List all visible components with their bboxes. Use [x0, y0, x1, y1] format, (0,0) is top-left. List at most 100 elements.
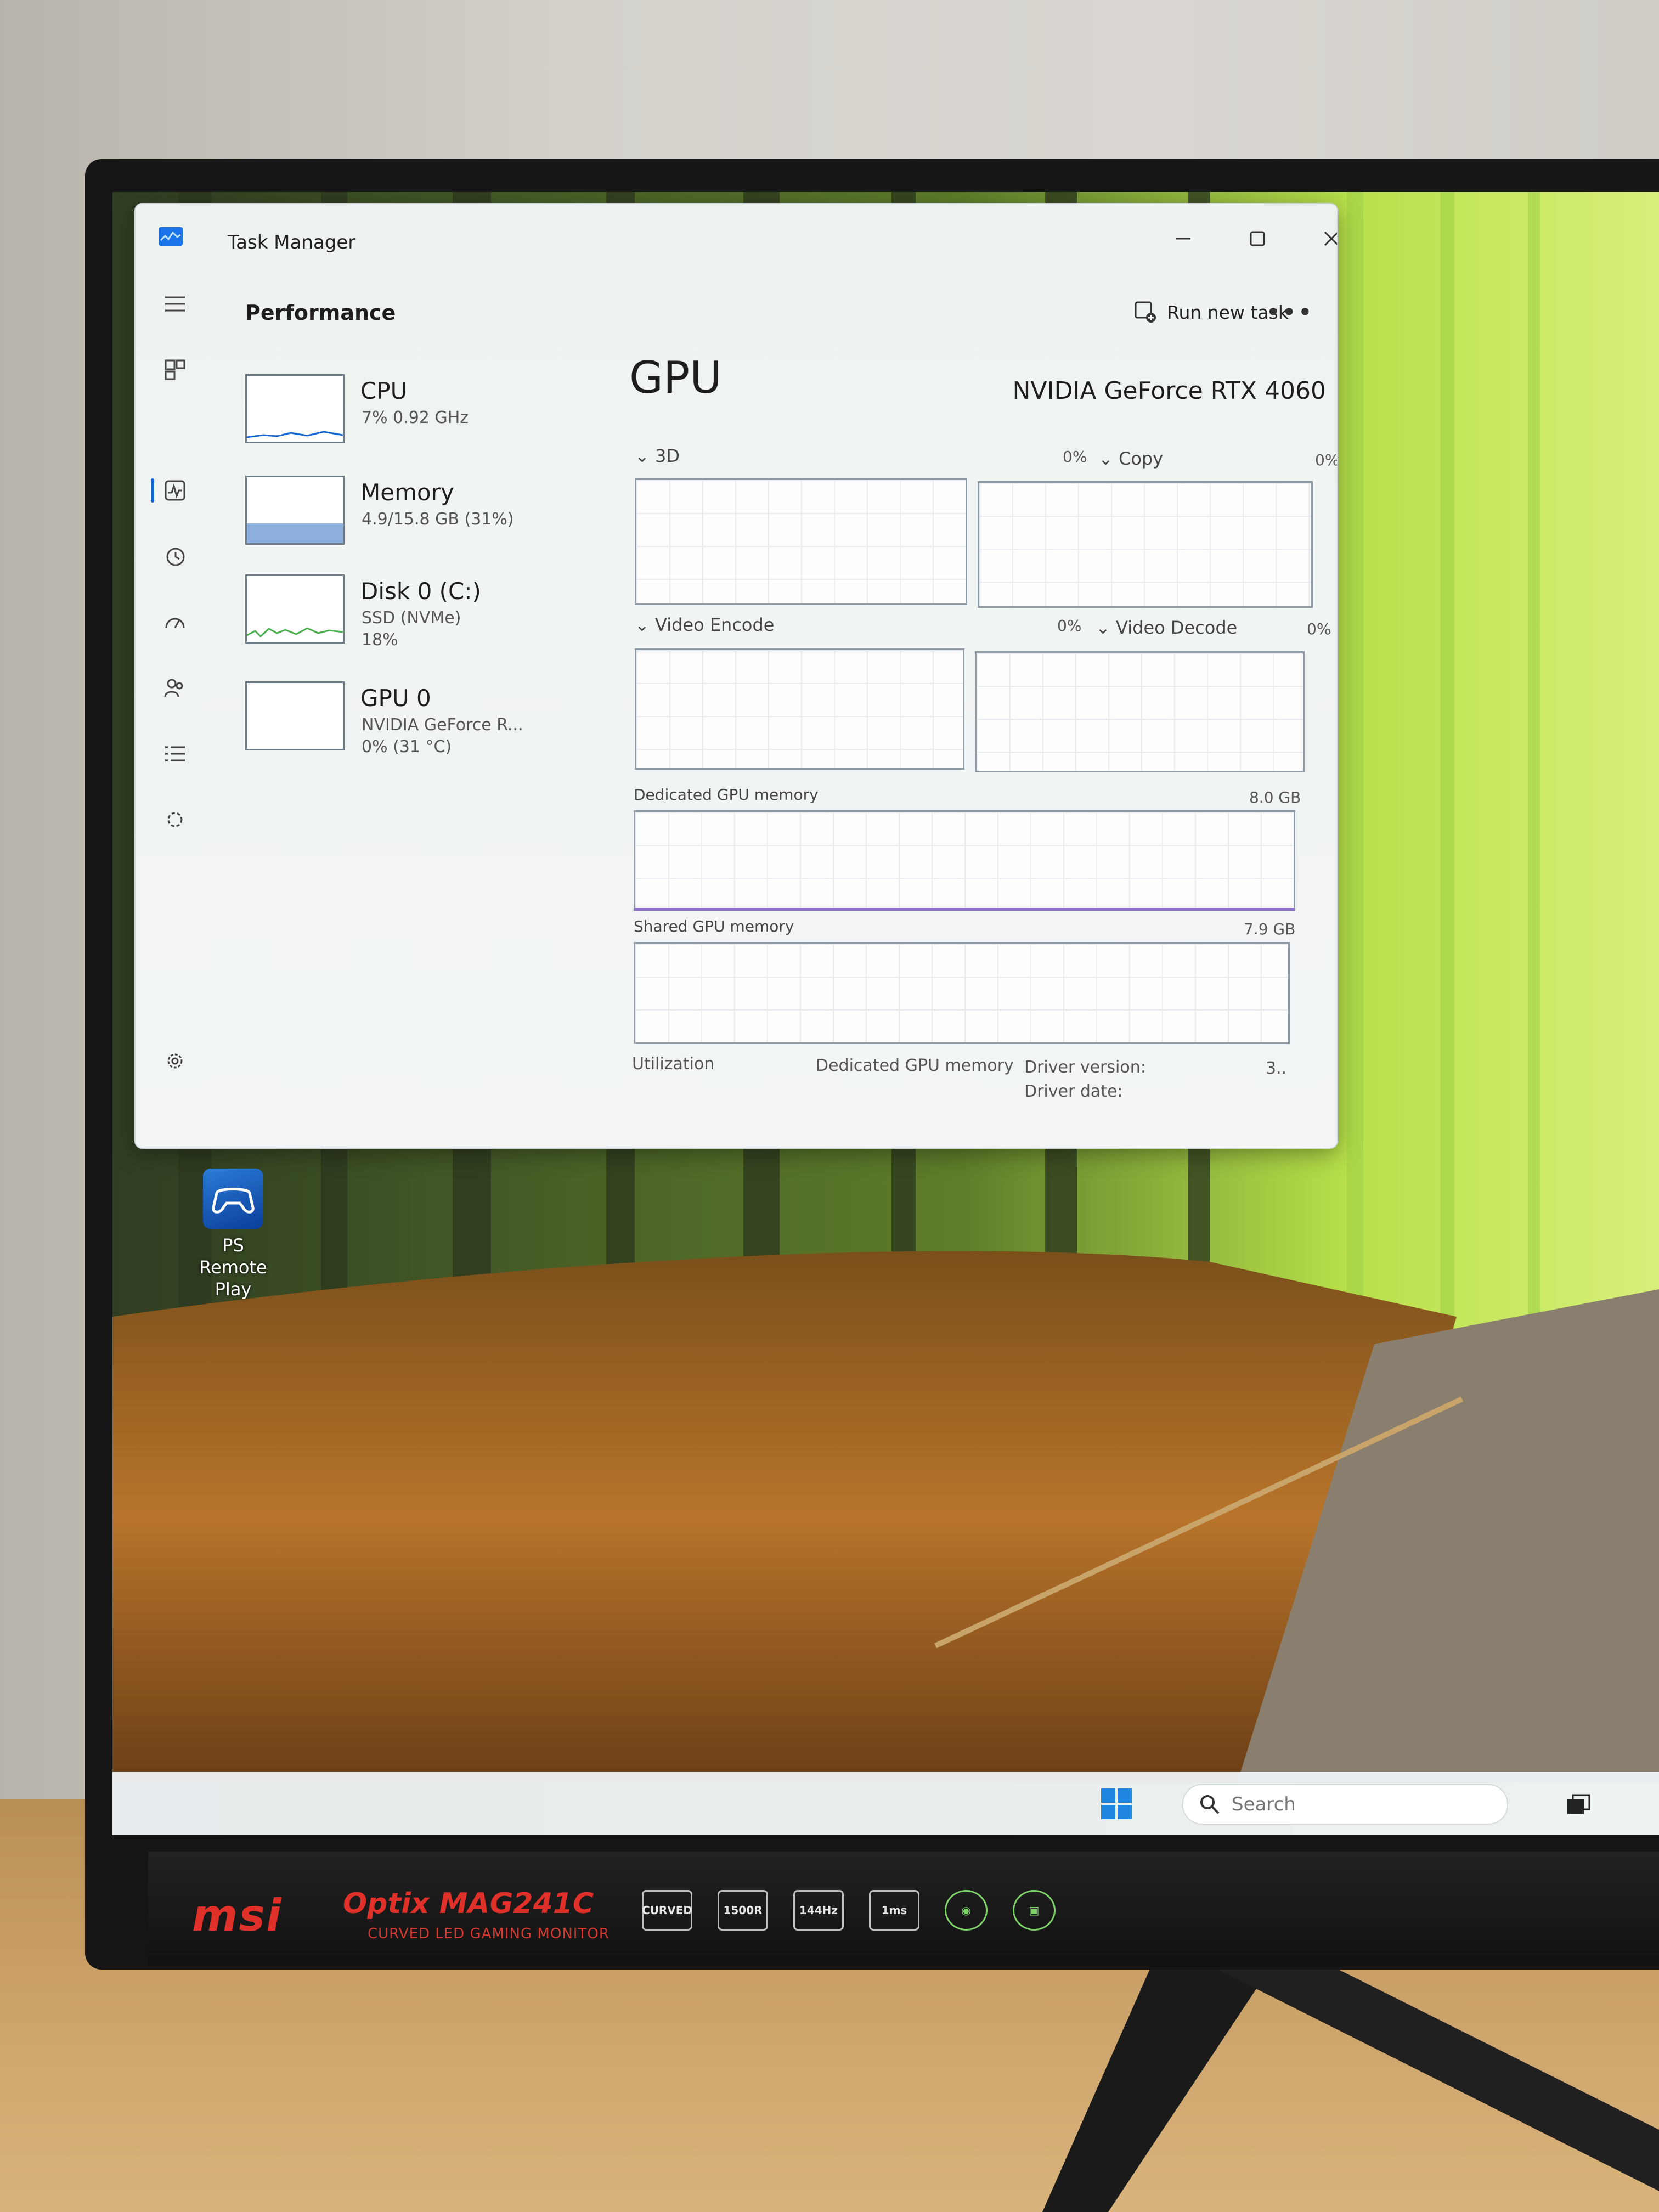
engine-percent: 0%	[1057, 617, 1082, 635]
disk-thumbnail-graph	[245, 574, 345, 644]
badge-1ms: 1ms	[869, 1890, 919, 1931]
engine-copy-selector[interactable]: ⌄ Copy	[1098, 448, 1163, 469]
close-icon	[1324, 231, 1337, 246]
nav-startup-apps[interactable]	[163, 610, 187, 634]
nav-performance[interactable]	[163, 478, 187, 503]
dedicated-memory-graph	[634, 810, 1295, 911]
nav-users[interactable]	[163, 676, 187, 700]
engine-video-encode-selector[interactable]: ⌄ Video Encode	[635, 614, 774, 635]
side-item-name: Disk 0 (C:)	[360, 578, 481, 605]
task-manager-app-icon	[159, 227, 183, 246]
feature-badges: CURVED 1500R 144Hz 1ms ◉ ▣	[642, 1890, 1056, 1931]
driver-date-label: Driver date:	[1024, 1082, 1123, 1101]
search-input[interactable]	[1231, 1793, 1496, 1816]
monitor-screen: Task Manager Performance Run new task ••…	[112, 192, 1659, 1835]
side-item-name: Memory	[360, 479, 454, 506]
nav-processes[interactable]	[163, 358, 187, 382]
side-item-detail-line: 18%	[362, 630, 398, 650]
monitor-bezel: msi Optix MAG241C CURVED LED GAMING MONI…	[148, 1852, 1659, 1967]
taskbar	[112, 1772, 1659, 1835]
side-item-disk[interactable]: Disk 0 (C:) SSD (NVMe) 18%	[245, 574, 574, 657]
search-icon	[1200, 1795, 1220, 1814]
memory-thumbnail-graph	[245, 476, 345, 545]
engine-3d-graph	[635, 478, 967, 605]
processes-icon	[165, 359, 185, 380]
badge-144hz: 144Hz	[793, 1890, 844, 1931]
engine-copy-graph	[978, 481, 1313, 608]
maximize-button[interactable]	[1241, 225, 1274, 252]
engine-label: Video Decode	[1115, 617, 1238, 638]
run-task-icon	[1135, 301, 1156, 323]
performance-icon	[165, 480, 185, 501]
shared-memory-graph	[634, 942, 1290, 1044]
engine-percent: 0%	[1315, 451, 1338, 469]
gaming-osd-icon: ▣	[1013, 1890, 1056, 1931]
side-item-name: CPU	[360, 377, 408, 404]
history-icon	[166, 548, 185, 566]
title-bar[interactable]: Task Manager	[136, 204, 1337, 264]
gpu-thumbnail-graph	[245, 681, 345, 751]
performance-panel: Performance Run new task ••• CPU 7% 0.92…	[218, 264, 1337, 1148]
shared-memory-total: 7.9 GB	[1244, 920, 1296, 938]
badge-1500r: 1500R	[718, 1890, 768, 1931]
engine-3d-selector[interactable]: ⌄ 3D	[635, 445, 680, 466]
maximize-icon	[1250, 231, 1265, 246]
ps-remote-play-icon	[203, 1169, 263, 1229]
side-item-detail-line: NVIDIA GeForce R...	[362, 715, 523, 735]
hamburger-menu-button[interactable]	[163, 292, 187, 316]
nav-details[interactable]	[163, 742, 187, 766]
windows-start-icon[interactable]	[1100, 1787, 1133, 1820]
task-view-icon[interactable]	[1566, 1794, 1590, 1815]
dedicated-stat-label: Dedicated GPU memory	[816, 1056, 1014, 1075]
window-title: Task Manager	[228, 232, 356, 253]
monitor-model: Optix MAG241C	[343, 1887, 594, 1920]
dedicated-memory-total: 8.0 GB	[1249, 788, 1301, 806]
shared-memory-label: Shared GPU memory	[634, 917, 794, 935]
gpu-heading: GPU	[629, 352, 722, 403]
settings-gear-icon	[167, 1053, 183, 1069]
more-options-button[interactable]: •••	[1266, 297, 1313, 327]
navigation-rail	[136, 264, 212, 1142]
monitor-subtitle: CURVED LED GAMING MONITOR	[368, 1926, 610, 1942]
desktop-icon-label: PS Remote Play	[189, 1234, 277, 1300]
driver-version-label: Driver version:	[1024, 1058, 1146, 1077]
side-item-cpu[interactable]: CPU 7% 0.92 GHz	[245, 374, 574, 456]
hamburger-icon	[165, 296, 185, 312]
side-item-detail: 4.9/15.8 GB (31%)	[362, 510, 514, 529]
dedicated-memory-label: Dedicated GPU memory	[634, 786, 819, 804]
gamepad-icon	[212, 1188, 255, 1214]
page-title: Performance	[245, 301, 396, 325]
desktop-icon-ps-remote-play[interactable]: PS Remote Play	[189, 1169, 277, 1300]
driver-version-value: 3..	[1266, 1059, 1287, 1078]
side-item-memory[interactable]: Memory 4.9/15.8 GB (31%)	[245, 476, 574, 558]
details-list-icon	[165, 746, 185, 761]
nav-services[interactable]	[163, 808, 187, 832]
side-item-name: GPU 0	[360, 685, 431, 712]
desktop-icon-label-line: PS Remote	[199, 1235, 267, 1278]
engine-label: 3D	[654, 445, 680, 466]
side-item-detail: SSD (NVMe) 18%	[362, 607, 461, 651]
engine-video-encode-graph	[635, 648, 964, 770]
desktop-icon-label-line: Play	[215, 1279, 252, 1300]
cpu-thumbnail-graph	[245, 374, 345, 443]
taskbar-search-box[interactable]	[1182, 1784, 1508, 1825]
engine-video-decode-selector[interactable]: ⌄ Video Decode	[1096, 617, 1237, 638]
side-item-detail-line: 0% (31 °C)	[362, 737, 452, 757]
nav-app-history[interactable]	[163, 544, 187, 568]
close-button[interactable]	[1315, 225, 1337, 252]
task-manager-window: Task Manager Performance Run new task ••…	[134, 203, 1338, 1149]
side-item-detail: 7% 0.92 GHz	[362, 408, 469, 427]
engine-label: Video Encode	[654, 614, 775, 635]
engine-percent: 0%	[1307, 620, 1331, 638]
minimize-button[interactable]	[1167, 225, 1200, 252]
side-item-gpu[interactable]: GPU 0 NVIDIA GeForce R... 0% (31 °C)	[245, 681, 574, 764]
utilization-label: Utilization	[632, 1054, 715, 1074]
side-item-detail-line: SSD (NVMe)	[362, 608, 461, 628]
engine-label: Copy	[1118, 448, 1164, 469]
frameless-icon: ◉	[945, 1890, 988, 1931]
engine-percent: 0%	[1063, 448, 1087, 466]
services-icon	[167, 812, 183, 827]
nav-settings[interactable]	[163, 1049, 187, 1073]
monitor-stand	[1042, 1964, 1659, 2212]
minimize-icon	[1176, 238, 1190, 240]
